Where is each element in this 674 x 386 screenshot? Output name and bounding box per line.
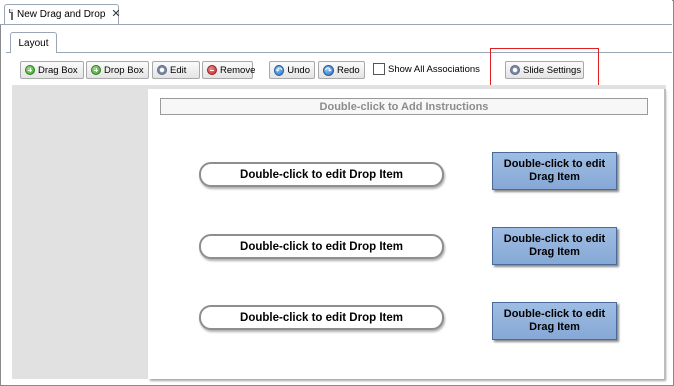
drop-box-button[interactable]: Drop Box [86,61,149,79]
instructions-box[interactable]: Double-click to Add Instructions [160,98,648,115]
editor-tab[interactable]: New Drag and Drop ✕ [4,4,121,24]
gear-icon [157,65,167,75]
tab-layout[interactable]: Layout [10,32,57,53]
document-icon [9,9,13,20]
edit-button[interactable]: Edit [152,61,200,79]
undo-label: Undo [287,64,310,76]
editor-tab-label: New Drag and Drop [17,9,106,20]
close-icon[interactable]: ✕ [111,9,120,20]
redo-button[interactable]: ↷ Redo [318,61,365,79]
show-all-associations-checkbox[interactable] [373,63,385,75]
drag-item[interactable]: Double-click to edit Drag Item [492,302,617,340]
edit-label: Edit [170,64,187,76]
editor-tab-strip: New Drag and Drop ✕ [0,0,672,25]
add-icon [91,65,101,75]
undo-button[interactable]: ↶ Undo [269,61,315,79]
drag-item[interactable]: Double-click to edit Drag Item [492,152,617,190]
redo-label: Redo [337,64,360,76]
redo-icon: ↷ [323,64,334,76]
remove-button[interactable]: Remove [202,61,256,79]
show-all-associations-label[interactable]: Show All Associations [388,64,480,75]
add-icon [25,65,35,75]
drag-box-button[interactable]: Drag Box [20,61,84,79]
remove-label: Remove [220,64,256,76]
highlight-annotation [490,48,599,90]
tab-layout-label: Layout [18,37,49,49]
remove-icon [207,65,217,75]
drop-item[interactable]: Double-click to edit Drop Item [199,305,444,330]
drag-item[interactable]: Double-click to edit Drag Item [492,227,617,265]
undo-icon: ↶ [274,64,285,76]
slide-shadow [664,89,666,379]
left-panel [12,85,148,379]
drag-box-label: Drag Box [38,64,78,76]
drop-box-label: Drop Box [104,64,144,76]
drop-item[interactable]: Double-click to edit Drop Item [199,162,444,187]
drop-item[interactable]: Double-click to edit Drop Item [199,234,444,259]
